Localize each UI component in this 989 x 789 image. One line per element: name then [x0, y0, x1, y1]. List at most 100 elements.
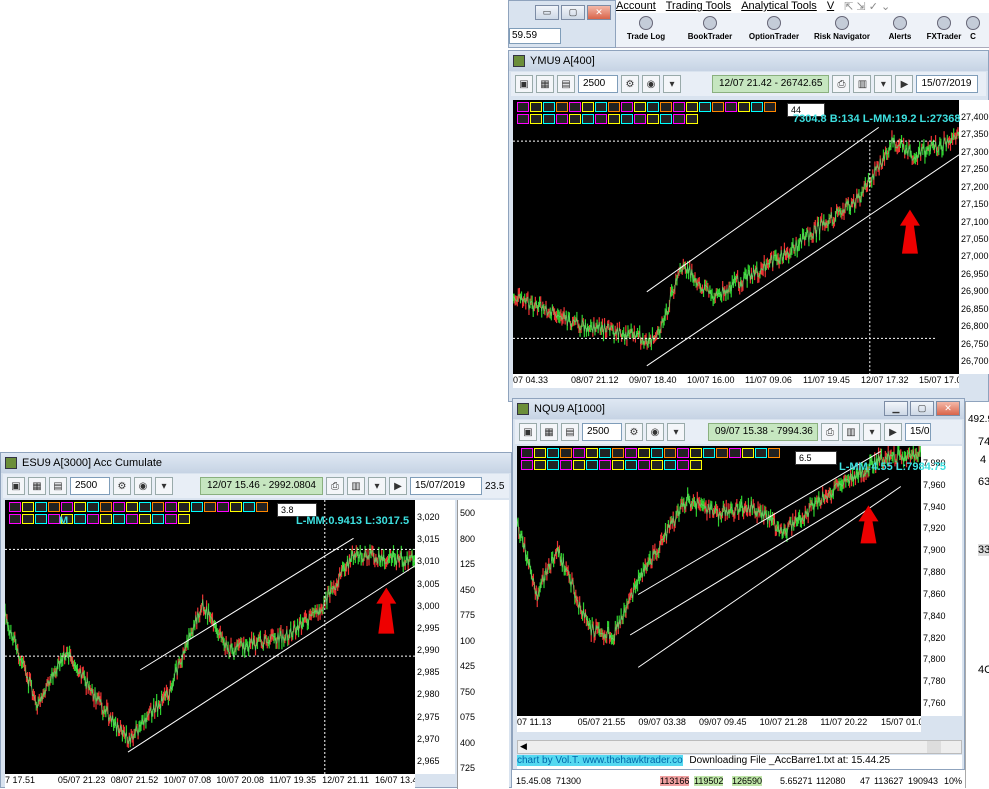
esu9-date-field[interactable]: 15/07/2019 — [409, 477, 482, 495]
indicator-buttons-row2[interactable] — [521, 460, 702, 470]
indicator-button[interactable] — [595, 102, 607, 112]
indicator-button[interactable] — [673, 114, 685, 124]
indicator-button[interactable] — [612, 460, 624, 470]
indicator-button[interactable] — [729, 448, 741, 458]
indicator-button[interactable] — [595, 114, 607, 124]
indicator-button[interactable] — [35, 514, 47, 524]
ymu9-qty-field[interactable]: 2500 — [578, 75, 618, 93]
indicator-button[interactable] — [35, 502, 47, 512]
indicator-button[interactable] — [751, 102, 763, 112]
indicator-button[interactable] — [22, 502, 34, 512]
indicator-button[interactable] — [530, 102, 542, 112]
indicator-button[interactable] — [61, 502, 73, 512]
indicator-button[interactable] — [712, 102, 724, 112]
tool-icon[interactable]: ⚙ — [621, 75, 639, 93]
mini-window-controls[interactable]: ▭ ▢ ✕ — [535, 5, 611, 20]
indicator-button[interactable] — [586, 460, 598, 470]
menu-view[interactable]: V — [827, 0, 834, 13]
indicator-button[interactable] — [126, 502, 138, 512]
indicator-button[interactable] — [664, 460, 676, 470]
indicator-buttons-row2[interactable] — [517, 114, 698, 124]
style-icon[interactable]: ▥ — [346, 477, 365, 495]
indicator-button[interactable] — [651, 448, 663, 458]
indicator-button[interactable] — [517, 102, 529, 112]
indicator-button[interactable] — [48, 502, 60, 512]
ymu9-dropdown-icon[interactable]: ▾ — [874, 75, 893, 93]
indicator-button[interactable] — [599, 448, 611, 458]
indicator-button[interactable] — [625, 448, 637, 458]
indicator-button[interactable] — [686, 102, 698, 112]
play-icon[interactable]: ▶ — [388, 477, 407, 495]
esu9-qty-field[interactable]: 2500 — [70, 477, 110, 495]
indicator-button[interactable] — [573, 460, 585, 470]
ymu9-chart[interactable] — [513, 100, 959, 374]
nqu9-scrollbar[interactable]: ◀ — [517, 740, 962, 754]
c-button[interactable]: C — [958, 13, 988, 41]
indicator-button[interactable] — [521, 460, 533, 470]
indicator-button[interactable] — [113, 514, 125, 524]
indicator-button[interactable] — [608, 102, 620, 112]
style-icon[interactable]: ▥ — [853, 75, 872, 93]
dropdown-icon[interactable]: ▾ — [663, 75, 681, 93]
indicator-button[interactable] — [22, 514, 34, 524]
indicator-button[interactable] — [638, 460, 650, 470]
ymu9-date-field[interactable]: 15/07/2019 — [916, 75, 979, 93]
save-chart-icon[interactable]: ⎙ — [832, 75, 851, 93]
indicator-button[interactable] — [113, 502, 125, 512]
minimize-icon[interactable]: ▁ — [884, 401, 908, 416]
indicator-button[interactable] — [521, 448, 533, 458]
indicator-button[interactable] — [660, 114, 672, 124]
indicator-button[interactable] — [716, 448, 728, 458]
play-icon[interactable]: ▶ — [884, 423, 902, 441]
indicator-button[interactable] — [725, 102, 737, 112]
indicator-button[interactable] — [608, 114, 620, 124]
risk-navigator-button[interactable]: Risk Navigator — [812, 13, 872, 41]
nqu9-dropdown-icon[interactable]: ▾ — [863, 423, 881, 441]
indicator-button[interactable] — [647, 114, 659, 124]
indicator-button[interactable] — [100, 514, 112, 524]
indicator-button[interactable] — [139, 502, 151, 512]
indicator-button[interactable] — [178, 502, 190, 512]
indicator-button[interactable] — [139, 514, 151, 524]
indicator-button[interactable] — [204, 502, 216, 512]
indicator-button[interactable] — [573, 448, 585, 458]
dropdown-icon[interactable]: ▾ — [155, 477, 173, 495]
speaker-icon[interactable]: ◉ — [646, 423, 664, 441]
nav-arrows[interactable]: ⇱ ⇲ ✓ ⌄ — [844, 0, 890, 13]
indicator-button[interactable] — [9, 514, 21, 524]
booktrader-button[interactable]: BookTrader — [680, 13, 740, 41]
save-chart-icon[interactable]: ⎙ — [821, 423, 839, 441]
indicator-button[interactable] — [217, 502, 229, 512]
indicator-button[interactable] — [256, 502, 268, 512]
esu9-dropdown-icon[interactable]: ▾ — [367, 477, 386, 495]
maximize-icon[interactable]: ▢ — [910, 401, 934, 416]
indicator-button[interactable] — [530, 114, 542, 124]
indicator-button[interactable] — [152, 502, 164, 512]
indicator-button[interactable] — [543, 102, 555, 112]
indicator-buttons-row2[interactable] — [9, 514, 190, 524]
speaker-icon[interactable]: ◉ — [134, 477, 152, 495]
indicator-button[interactable] — [677, 460, 689, 470]
scroll-right-icon[interactable] — [927, 741, 941, 753]
indicator-button[interactable] — [677, 448, 689, 458]
chart-icon[interactable]: ▦ — [28, 477, 46, 495]
indicator-buttons[interactable] — [521, 448, 780, 458]
style-icon[interactable]: ▥ — [842, 423, 860, 441]
indicator-button[interactable] — [660, 102, 672, 112]
chart-icon[interactable]: ▦ — [540, 423, 558, 441]
indicator-button[interactable] — [625, 460, 637, 470]
tool-icon[interactable]: ⚙ — [625, 423, 643, 441]
indicator-button[interactable] — [543, 114, 555, 124]
play-icon[interactable]: ▶ — [895, 75, 914, 93]
esu9-chart[interactable] — [5, 500, 415, 774]
indicator-button[interactable] — [673, 102, 685, 112]
indicator-button[interactable] — [165, 502, 177, 512]
indicator-button[interactable] — [534, 460, 546, 470]
grid-icon[interactable]: ▤ — [49, 477, 67, 495]
indicator-button[interactable] — [664, 448, 676, 458]
menu-trading-tools[interactable]: Trading Tools — [666, 0, 731, 13]
indicator-button[interactable] — [742, 448, 754, 458]
close-icon[interactable]: ✕ — [936, 401, 960, 416]
speaker-icon[interactable]: ◉ — [642, 75, 660, 93]
tool-icon[interactable]: ⚙ — [113, 477, 131, 495]
